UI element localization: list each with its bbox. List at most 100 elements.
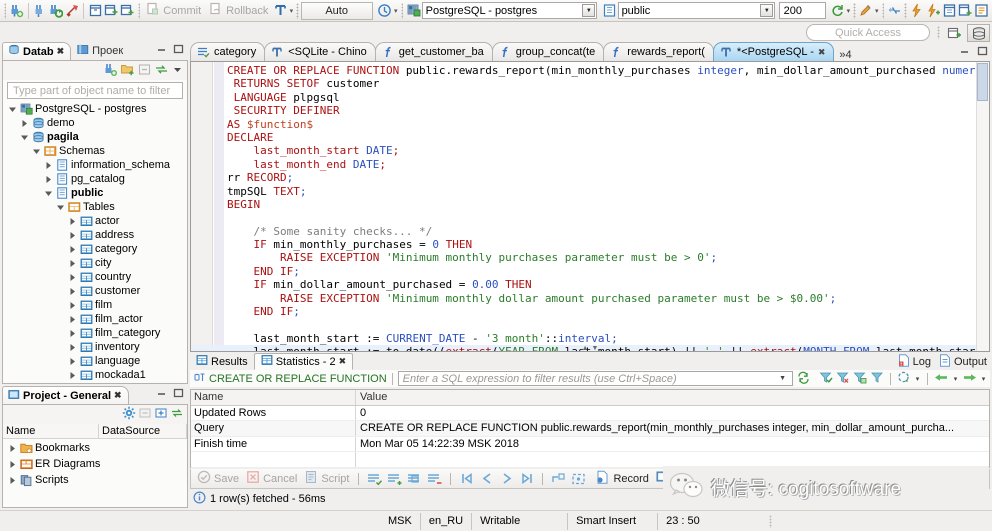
tree-node-information_schema[interactable]: information_schema: [3, 158, 187, 172]
log-button[interactable]: Log: [898, 354, 931, 370]
close-icon[interactable]: ✖: [818, 47, 826, 58]
next-row-icon[interactable]: [497, 470, 516, 488]
toolbar-drag-handle[interactable]: [904, 2, 907, 19]
minimize-icon[interactable]: [959, 46, 970, 59]
grid-cell-value[interactable]: Mon Mar 05 14:22:39 MSK 2018: [356, 437, 989, 452]
chevron-down-icon[interactable]: [43, 186, 54, 200]
minimize-icon[interactable]: [156, 44, 167, 57]
grid-cell-value[interactable]: CREATE OR REPLACE FUNCTION public.reward…: [356, 421, 989, 436]
maximize-icon[interactable]: [173, 388, 184, 401]
results-tab-statistics---2[interactable]: Statistics - 2 ✖: [253, 353, 354, 370]
maximize-icon[interactable]: [977, 46, 988, 59]
remove-filter-icon[interactable]: [836, 371, 850, 387]
toolbar-drag-handle[interactable]: [400, 2, 404, 19]
grid-cell-name[interactable]: Updated Rows: [191, 405, 356, 420]
chevron-right-icon[interactable]: [7, 473, 18, 487]
edit-dropdown-icon[interactable]: ▾: [874, 1, 880, 20]
navigator-tree[interactable]: PostgreSQL - postgres demo pagila Schemas in…: [3, 102, 187, 383]
results-filter-input[interactable]: Enter a SQL expression to filter results…: [397, 371, 793, 386]
editor-vertical-scrollbar[interactable]: [976, 62, 989, 351]
tree-node-public[interactable]: public: [3, 186, 187, 200]
status-drag-handle[interactable]: [769, 514, 773, 528]
new-sql-script-icon[interactable]: [120, 1, 136, 20]
tree-node-film[interactable]: film: [3, 298, 187, 312]
close-icon[interactable]: ✖: [339, 356, 347, 367]
grid-row[interactable]: Updated Rows 0: [191, 405, 989, 421]
chevron-right-icon[interactable]: [67, 326, 78, 340]
refresh-icon[interactable]: [829, 1, 845, 20]
previous-row-icon[interactable]: [477, 470, 496, 488]
editor-tab-category[interactable]: category: [190, 42, 266, 61]
navigate-back-dropdown-icon[interactable]: ▾: [952, 369, 959, 388]
tree-node-tables[interactable]: Tables: [3, 200, 187, 214]
refresh-filter-icon[interactable]: [796, 371, 811, 387]
duplicate-row-icon[interactable]: [385, 470, 404, 488]
tab-projects[interactable]: Проек: [71, 42, 130, 60]
grid-cell-name[interactable]: Query: [191, 421, 356, 436]
edit-icon[interactable]: [858, 1, 874, 20]
execute-script-icon[interactable]: [941, 1, 957, 20]
chevron-right-icon[interactable]: [67, 256, 78, 270]
transaction-log-dropdown-icon[interactable]: ▾: [393, 1, 399, 20]
editor-gutter[interactable]: [191, 62, 213, 351]
sql-editor[interactable]: CREATE OR REPLACE FUNCTION public.reward…: [190, 61, 990, 352]
quick-access-input[interactable]: Quick Access: [806, 24, 930, 41]
connection-dropdown-arrow[interactable]: ▼: [582, 4, 596, 17]
perspective-drag-handle[interactable]: [937, 26, 940, 39]
filter-history-dropdown-icon[interactable]: ▼: [779, 375, 792, 382]
first-row-icon[interactable]: [457, 470, 476, 488]
project-item-scripts[interactable]: Scripts: [3, 472, 187, 488]
apply-filter-icon[interactable]: [819, 371, 833, 387]
fetch-all-rows-icon[interactable]: [569, 470, 588, 488]
navigator-filter-input[interactable]: Type part of object name to filter: [7, 82, 183, 99]
rollback-button[interactable]: Rollback: [205, 1, 272, 20]
tree-node-mockada1[interactable]: mockada1: [3, 368, 187, 382]
statistics-dropdown-icon[interactable]: ▾: [914, 369, 921, 388]
close-icon[interactable]: ✖: [57, 46, 65, 57]
editor-tab-rewards_report-[interactable]: rewards_report(: [603, 42, 714, 61]
chevron-right-icon[interactable]: [43, 158, 54, 172]
chevron-right-icon[interactable]: [67, 368, 78, 382]
transaction-mode-icon[interactable]: [272, 1, 288, 20]
project-item-er-diagrams[interactable]: ER Diagrams: [3, 456, 187, 472]
chevron-down-icon[interactable]: [7, 102, 18, 116]
save-filter-icon[interactable]: [853, 371, 867, 387]
fetch-size-input[interactable]: 200: [778, 2, 827, 19]
record-button[interactable]: Record: [593, 470, 651, 488]
toolbar-drag-handle[interactable]: [137, 2, 141, 19]
chevron-right-icon[interactable]: [67, 298, 78, 312]
tree-node-pg_catalog[interactable]: pg_catalog: [3, 172, 187, 186]
tab-project-general[interactable]: Project - General ✖: [2, 386, 129, 404]
chevron-right-icon[interactable]: [19, 116, 30, 130]
tree-node-inventory[interactable]: inventory: [3, 340, 187, 354]
add-row-icon[interactable]: [365, 470, 384, 488]
navigate-forward-dropdown-icon[interactable]: ▾: [980, 369, 987, 388]
chevron-right-icon[interactable]: [67, 228, 78, 242]
tree-node-country[interactable]: country: [3, 270, 187, 284]
new-folder-icon[interactable]: [120, 62, 135, 80]
open-sql-script-icon[interactable]: [103, 1, 119, 20]
output-button[interactable]: Output: [939, 354, 987, 370]
toolbar-drag-handle[interactable]: [4, 2, 7, 19]
sql-editor-new-icon[interactable]: [87, 1, 103, 20]
navigate-forward-icon[interactable]: [962, 372, 977, 386]
delete-row-icon[interactable]: [405, 470, 424, 488]
editor-results-sash[interactable]: ▲ ▼: [190, 344, 990, 353]
tab-database-navigator[interactable]: Datab ✖: [2, 42, 72, 60]
reconnect-icon[interactable]: [48, 1, 64, 20]
toolbar-drag-handle[interactable]: [853, 2, 856, 19]
tree-node-film_actor[interactable]: film_actor: [3, 312, 187, 326]
chevron-right-icon[interactable]: [67, 354, 78, 368]
chevron-right-icon[interactable]: [67, 312, 78, 326]
tree-node-demo[interactable]: demo: [3, 116, 187, 130]
chevron-down-icon[interactable]: [55, 200, 66, 214]
save-button[interactable]: Save: [194, 470, 242, 488]
chevron-right-icon[interactable]: [67, 284, 78, 298]
grid-cell-value[interactable]: 0: [356, 406, 989, 421]
gear-icon[interactable]: [122, 406, 136, 423]
link-with-editor-icon[interactable]: [154, 62, 169, 80]
cancel-button[interactable]: Cancel: [243, 470, 300, 488]
transaction-auto-commit-selector[interactable]: Auto: [300, 1, 373, 20]
chevron-right-icon[interactable]: [67, 340, 78, 354]
results-tab-results[interactable]: Results: [190, 353, 254, 370]
